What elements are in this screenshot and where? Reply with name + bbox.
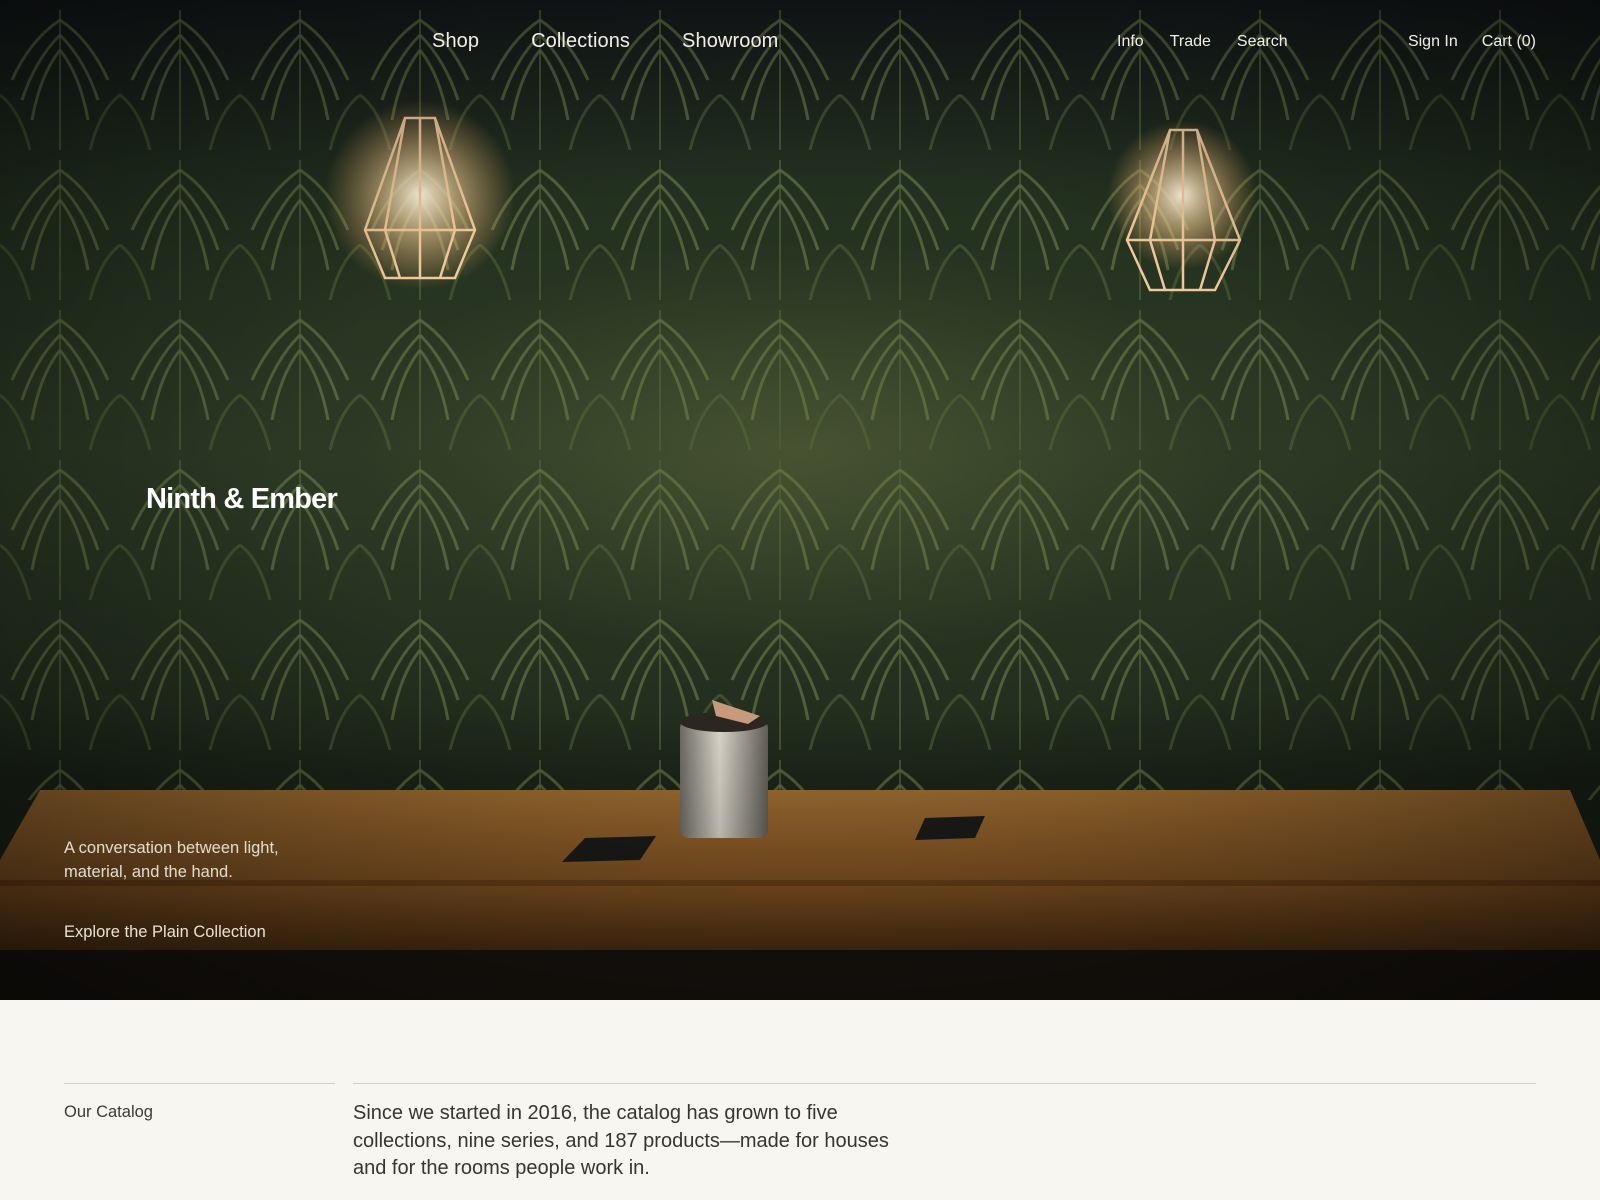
explore-collection-link[interactable]: Explore the Plain Collection <box>64 923 266 942</box>
nav-info[interactable]: Info <box>1117 33 1144 51</box>
nav-collections[interactable]: Collections <box>531 30 630 53</box>
sign-in-link[interactable]: Sign In <box>1408 33 1458 51</box>
hero-banner: Shop Collections Showroom Info Trade Sea… <box>0 0 1600 1000</box>
catalog-divider-right <box>353 1083 1536 1084</box>
catalog-label: Our Catalog <box>64 1103 153 1121</box>
brand-title: Ninth & Ember <box>146 483 338 515</box>
nav-shop[interactable]: Shop <box>432 30 479 53</box>
nav-trade[interactable]: Trade <box>1170 33 1211 51</box>
primary-nav: Shop Collections Showroom <box>432 30 778 53</box>
nav-showroom[interactable]: Showroom <box>682 30 778 53</box>
account-nav: Sign In Cart (0) <box>1408 33 1536 51</box>
cart-link[interactable]: Cart (0) <box>1482 33 1536 51</box>
secondary-nav: Info Trade Search <box>1117 33 1288 51</box>
hero-tagline: A conversation between light, material, … <box>64 839 279 881</box>
nav-search[interactable]: Search <box>1237 33 1288 51</box>
catalog-description: Since we started in 2016, the catalog ha… <box>353 1102 889 1179</box>
catalog-divider-left <box>64 1083 335 1084</box>
